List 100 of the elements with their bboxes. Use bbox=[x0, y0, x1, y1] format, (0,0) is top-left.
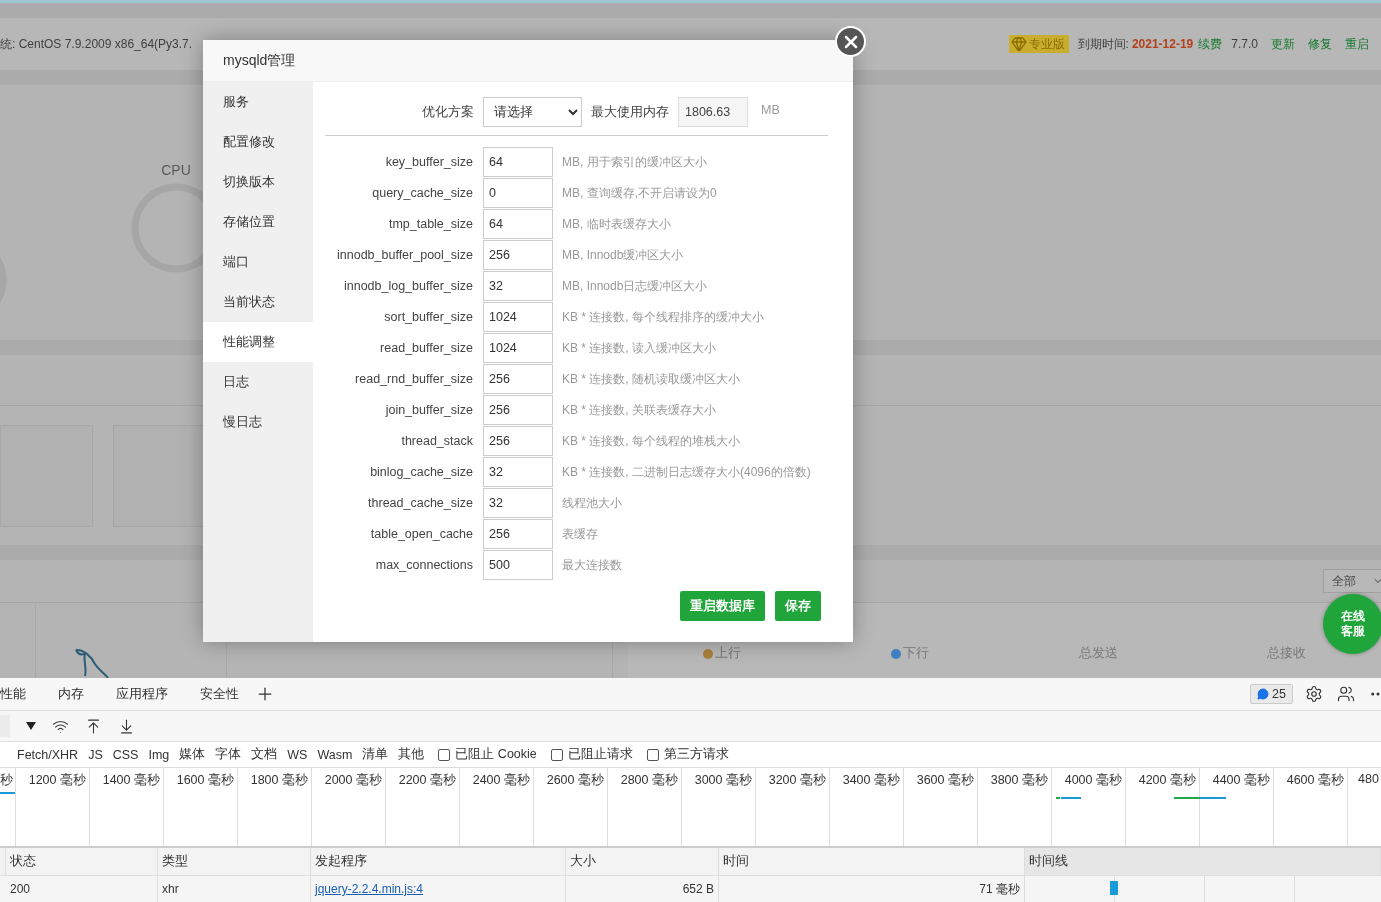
devtools-tab[interactable]: 性能 bbox=[0, 685, 42, 703]
filter-option[interactable]: Fetch/XHR bbox=[17, 747, 79, 762]
menu-item[interactable]: 端口 bbox=[203, 242, 313, 282]
filter-option[interactable]: Wasm bbox=[317, 747, 353, 762]
tick-label: 3600 毫秒 bbox=[916, 773, 974, 787]
upload-icon[interactable] bbox=[85, 717, 102, 735]
value-field[interactable]: 256 bbox=[483, 364, 553, 394]
value-field[interactable]: 256 bbox=[483, 519, 553, 549]
column-header[interactable]: 发起程序 bbox=[311, 848, 566, 876]
field-hint: KB * 连接数, 随机读取缓冲区大小 bbox=[562, 370, 741, 388]
field-hint: KB * 连接数, 二进制日志缓存大小(4096的倍数) bbox=[562, 463, 812, 481]
filter-option[interactable]: WS bbox=[287, 747, 308, 762]
field-hint: KB * 连接数, 每个线程的堆栈大小 bbox=[562, 432, 741, 450]
filter-option[interactable]: 媒体 bbox=[179, 746, 206, 763]
legend-label: 上行 bbox=[703, 645, 742, 662]
tick-label: 4400 毫秒 bbox=[1212, 773, 1270, 787]
field-hint: MB, Innodb缓冲区大小 bbox=[562, 246, 685, 264]
filter-option[interactable]: 其他 bbox=[398, 746, 425, 763]
column-header[interactable]: 时间线 bbox=[1025, 848, 1381, 876]
table-cell: 71 毫秒 bbox=[719, 876, 1025, 902]
field-label: thread_stack bbox=[400, 434, 473, 448]
field-hint: MB, 临时表缓存大小 bbox=[562, 215, 672, 233]
field-hint: KB * 连接数, 关联表缓存大小 bbox=[562, 401, 717, 419]
gem-icon bbox=[1010, 36, 1027, 52]
filter-option[interactable]: JS bbox=[88, 747, 103, 762]
tick-label: 480 bbox=[1358, 772, 1379, 786]
menu-item[interactable]: 切换版本 bbox=[203, 162, 313, 202]
range-select[interactable]: 全部 bbox=[1323, 569, 1381, 593]
filter-option[interactable]: 字体 bbox=[215, 746, 242, 763]
value-field[interactable]: 64 bbox=[483, 147, 553, 177]
devtools-tab[interactable]: 安全性 bbox=[184, 685, 255, 703]
initiator-link[interactable]: jquery-2.2.4.min.js:4 bbox=[315, 882, 424, 896]
filter-option[interactable]: Img bbox=[148, 747, 170, 762]
column-header[interactable]: 大小 bbox=[566, 848, 719, 876]
download-icon[interactable] bbox=[118, 717, 135, 735]
settings-icon[interactable] bbox=[1305, 685, 1323, 703]
filter-option[interactable]: CSS bbox=[112, 747, 139, 762]
value-field[interactable]: 256 bbox=[483, 426, 553, 456]
dropdown-icon[interactable] bbox=[26, 722, 36, 730]
tick-label: 1400 毫秒 bbox=[102, 773, 160, 787]
menu-item[interactable]: 性能调整 bbox=[203, 322, 313, 362]
unit-label: MB bbox=[761, 103, 780, 117]
message-count[interactable]: 25 bbox=[1250, 684, 1293, 704]
value-field[interactable]: 256 bbox=[483, 240, 553, 270]
value-field[interactable]: 0 bbox=[483, 178, 553, 208]
plan-select[interactable]: 请选择 bbox=[483, 97, 582, 127]
checkbox[interactable] bbox=[646, 748, 659, 761]
value-field[interactable]: 500 bbox=[483, 550, 553, 580]
tick-label: 4200 毫秒 bbox=[1138, 773, 1196, 787]
filter-option[interactable]: 清单 bbox=[362, 746, 389, 763]
field-label: 优化方案 bbox=[422, 103, 474, 121]
value-field[interactable]: 64 bbox=[483, 209, 553, 239]
menu-item[interactable]: 日志 bbox=[203, 362, 313, 402]
column-header[interactable]: 类型 bbox=[158, 848, 311, 876]
tick-label: 1800 毫秒 bbox=[250, 773, 308, 787]
field-label: max_connections bbox=[374, 558, 473, 572]
devtools-tab[interactable]: 应用程序 bbox=[100, 685, 184, 703]
gauge-label: CPU bbox=[161, 162, 191, 178]
memory-field[interactable]: 1806.63 bbox=[678, 97, 748, 127]
value-field[interactable]: 32 bbox=[483, 457, 553, 487]
checkbox-label: 第三方请求 bbox=[663, 746, 729, 763]
tick-label: 2000 毫秒 bbox=[324, 773, 382, 787]
menu-item[interactable]: 存储位置 bbox=[203, 202, 313, 242]
dolphin-icon bbox=[73, 648, 109, 678]
tick-label: 4000 毫秒 bbox=[1064, 773, 1122, 787]
value-field[interactable]: 256 bbox=[483, 395, 553, 425]
field-hint: 线程池大小 bbox=[562, 494, 623, 512]
value-field[interactable]: 32 bbox=[483, 271, 553, 301]
field-label: table_open_cache bbox=[369, 527, 473, 541]
table-cell: 200 bbox=[6, 876, 158, 902]
tick-label: 秒 bbox=[0, 773, 13, 787]
users-icon[interactable] bbox=[1337, 685, 1355, 703]
filter-option[interactable]: 文档 bbox=[251, 746, 278, 763]
value-field[interactable]: 1024 bbox=[483, 333, 553, 363]
column-header[interactable]: 时间 bbox=[719, 848, 1025, 876]
tick-label: 3800 毫秒 bbox=[990, 773, 1048, 787]
field-label: sort_buffer_size bbox=[383, 310, 473, 324]
tick-label: 3400 毫秒 bbox=[842, 773, 900, 787]
checkbox[interactable] bbox=[438, 748, 451, 761]
legend-label: 下行 bbox=[891, 645, 930, 662]
checkbox-label: 已阻止请求 bbox=[567, 746, 633, 763]
expiry-label: 到期时间: bbox=[1077, 35, 1129, 53]
message-icon bbox=[1257, 688, 1270, 700]
devtools-tab[interactable]: 内存 bbox=[42, 685, 100, 703]
column-header[interactable]: 状态 bbox=[6, 848, 158, 876]
value-field[interactable]: 32 bbox=[483, 488, 553, 518]
tick-label: 2200 毫秒 bbox=[398, 773, 456, 787]
menu-item[interactable]: 配置修改 bbox=[203, 122, 313, 162]
tick-label: 4600 毫秒 bbox=[1286, 773, 1344, 787]
menu-item[interactable]: 慢日志 bbox=[203, 402, 313, 442]
legend-label: 总接收 bbox=[1267, 645, 1307, 662]
table-cell: 652 B bbox=[566, 876, 719, 902]
menu-item[interactable]: 服务 bbox=[203, 82, 313, 122]
checkbox[interactable] bbox=[550, 748, 563, 761]
checkbox-label: 已阻止 Cookie bbox=[455, 746, 537, 763]
value-field[interactable]: 1024 bbox=[483, 302, 553, 332]
field-label: innodb_buffer_pool_size bbox=[336, 248, 473, 262]
menu-item[interactable]: 当前状态 bbox=[203, 282, 313, 322]
field-label: 最大使用内存 bbox=[591, 103, 669, 121]
tick-label: 2800 毫秒 bbox=[620, 773, 678, 787]
